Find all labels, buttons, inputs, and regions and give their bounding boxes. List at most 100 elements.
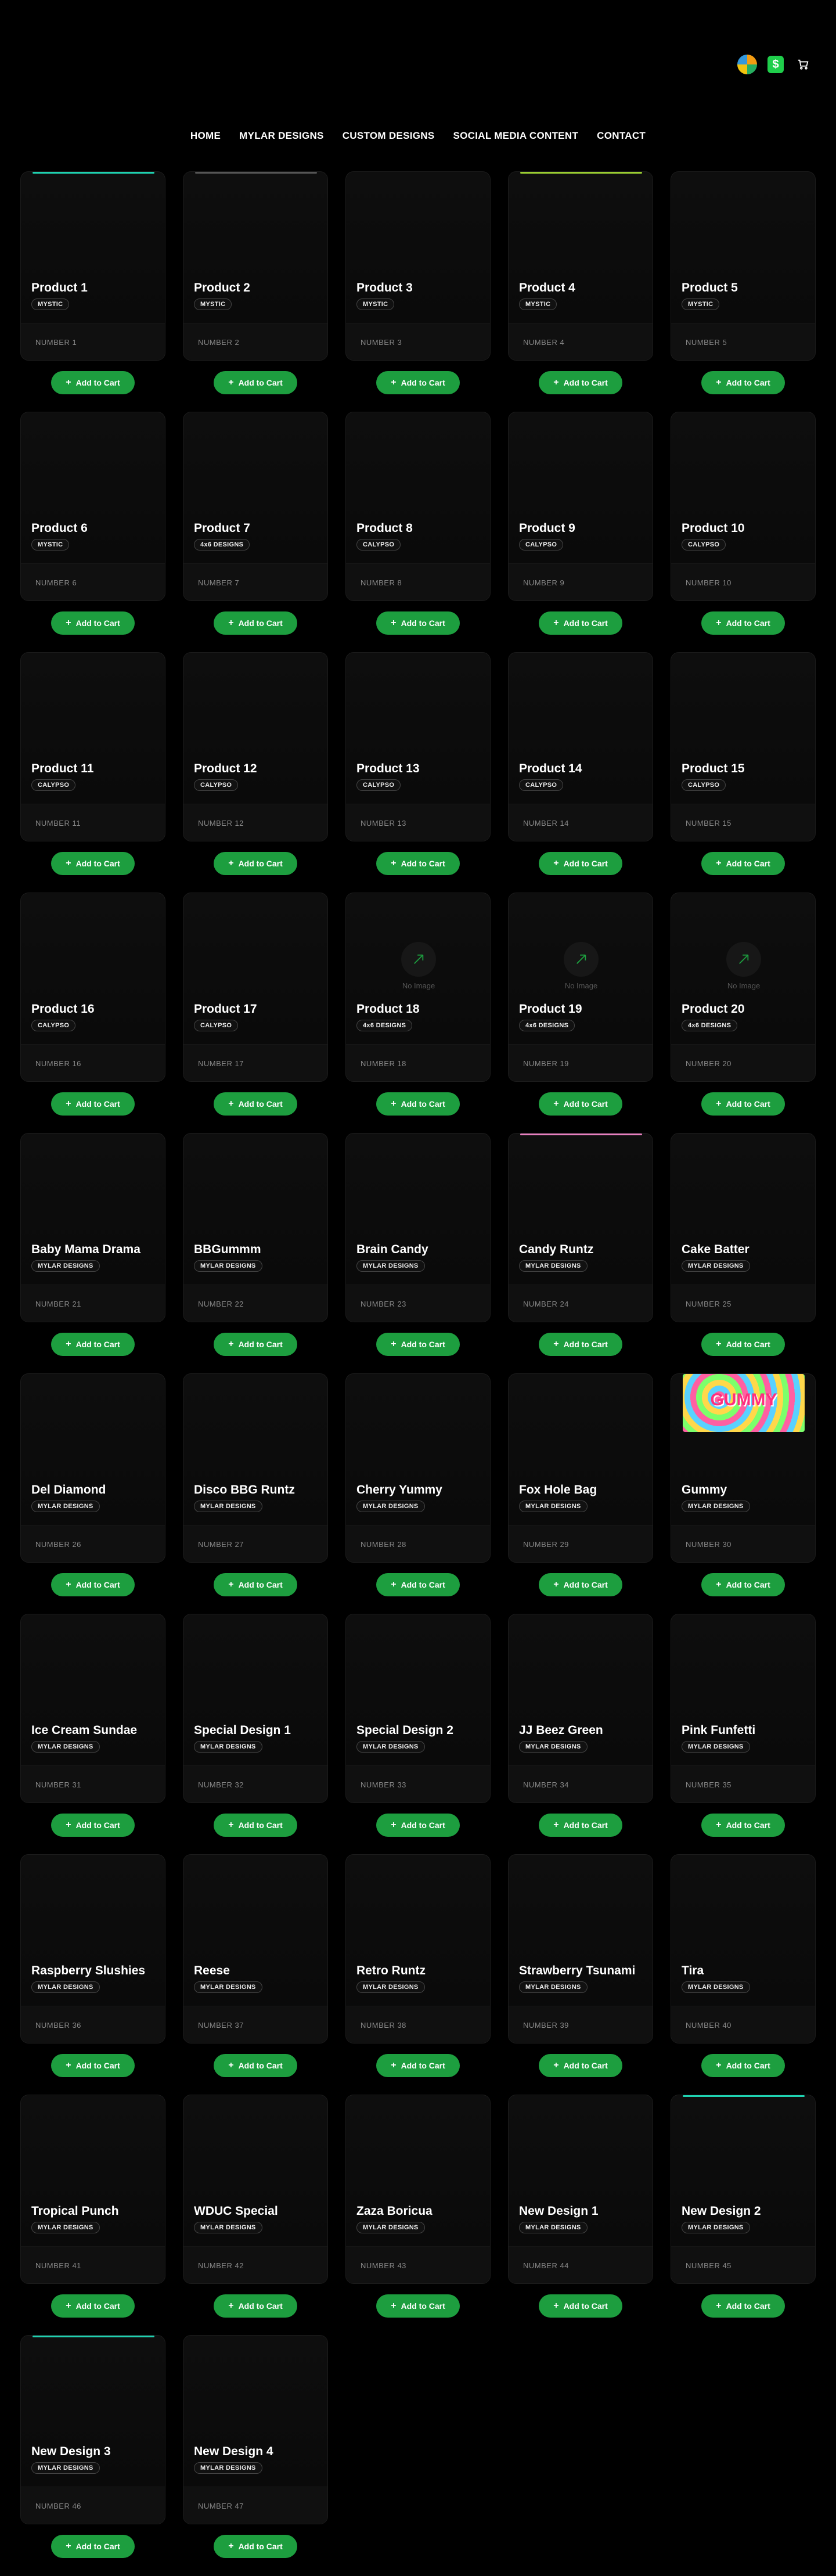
add-to-cart-button[interactable]: + Add to Cart [701, 611, 785, 635]
nav-item-social-media-content[interactable]: SOCIAL MEDIA CONTENT [453, 130, 578, 142]
product-card[interactable]: Special Design 1 MYLAR DESIGNS NUMBER 32 [183, 1614, 328, 1803]
product-card[interactable]: Baby Mama Drama MYLAR DESIGNS NUMBER 21 [20, 1133, 165, 1322]
product-card[interactable]: New Design 4 MYLAR DESIGNS NUMBER 47 [183, 2335, 328, 2524]
product-card[interactable]: Product 3 MYSTIC NUMBER 3 [345, 171, 491, 361]
add-to-cart-button[interactable]: + Add to Cart [539, 2294, 622, 2318]
add-to-cart-button[interactable]: + Add to Cart [701, 1333, 785, 1356]
product-card[interactable]: Product 5 MYSTIC NUMBER 5 [671, 171, 816, 361]
add-to-cart-button[interactable]: + Add to Cart [214, 2535, 297, 2558]
add-to-cart-button[interactable]: + Add to Cart [51, 371, 135, 394]
add-to-cart-button[interactable]: + Add to Cart [214, 1333, 297, 1356]
product-card[interactable]: Del Diamond MYLAR DESIGNS NUMBER 26 [20, 1373, 165, 1563]
product-card[interactable]: GUMMY Gummy MYLAR DESIGNS NUMBER 30 [671, 1373, 816, 1563]
product-card[interactable]: Ice Cream Sundae MYLAR DESIGNS NUMBER 31 [20, 1614, 165, 1803]
add-to-cart-button[interactable]: + Add to Cart [701, 2054, 785, 2077]
add-to-cart-button[interactable]: + Add to Cart [376, 2054, 460, 2077]
add-to-cart-button[interactable]: + Add to Cart [214, 611, 297, 635]
cart-icon[interactable] [797, 58, 809, 71]
add-to-cart-button[interactable]: + Add to Cart [539, 1333, 622, 1356]
add-to-cart-button[interactable]: + Add to Cart [51, 1092, 135, 1116]
product-card[interactable]: Retro Runtz MYLAR DESIGNS NUMBER 38 [345, 1854, 491, 2043]
product-card[interactable]: WDUC Special MYLAR DESIGNS NUMBER 42 [183, 2095, 328, 2284]
product-card[interactable]: Reese MYLAR DESIGNS NUMBER 37 [183, 1854, 328, 2043]
product-card[interactable]: Product 17 CALYPSO NUMBER 17 [183, 893, 328, 1082]
product-card[interactable]: Brain Candy MYLAR DESIGNS NUMBER 23 [345, 1133, 491, 1322]
add-to-cart-button[interactable]: + Add to Cart [701, 1092, 785, 1116]
add-to-cart-button[interactable]: + Add to Cart [51, 1814, 135, 1837]
add-to-cart-button[interactable]: + Add to Cart [539, 1573, 622, 1596]
add-to-cart-button[interactable]: + Add to Cart [51, 611, 135, 635]
product-card[interactable]: Product 16 CALYPSO NUMBER 16 [20, 893, 165, 1082]
add-to-cart-button[interactable]: + Add to Cart [539, 611, 622, 635]
product-card[interactable]: New Design 3 MYLAR DESIGNS NUMBER 46 [20, 2335, 165, 2524]
product-card[interactable]: Product 11 CALYPSO NUMBER 11 [20, 652, 165, 841]
product-card[interactable]: Candy Runtz MYLAR DESIGNS NUMBER 24 [508, 1133, 653, 1322]
product-card[interactable]: Product 4 MYSTIC NUMBER 4 [508, 171, 653, 361]
nav-item-custom-designs[interactable]: CUSTOM DESIGNS [343, 130, 435, 142]
product-card[interactable]: JJ Beez Green MYLAR DESIGNS NUMBER 34 [508, 1614, 653, 1803]
product-card[interactable]: Product 9 CALYPSO NUMBER 9 [508, 412, 653, 601]
product-card[interactable]: Cake Batter MYLAR DESIGNS NUMBER 25 [671, 1133, 816, 1322]
nav-item-contact[interactable]: CONTACT [597, 130, 646, 142]
add-to-cart-button[interactable]: + Add to Cart [376, 1573, 460, 1596]
add-to-cart-button[interactable]: + Add to Cart [701, 371, 785, 394]
add-to-cart-button[interactable]: + Add to Cart [376, 371, 460, 394]
add-to-cart-button[interactable]: + Add to Cart [214, 1092, 297, 1116]
product-card[interactable]: Product 8 CALYPSO NUMBER 8 [345, 412, 491, 601]
product-card[interactable]: Special Design 2 MYLAR DESIGNS NUMBER 33 [345, 1614, 491, 1803]
add-to-cart-button[interactable]: + Add to Cart [51, 2294, 135, 2318]
product-card[interactable]: Raspberry Slushies MYLAR DESIGNS NUMBER … [20, 1854, 165, 2043]
nav-item-home[interactable]: HOME [190, 130, 221, 142]
product-card[interactable]: Strawberry Tsunami MYLAR DESIGNS NUMBER … [508, 1854, 653, 2043]
product-card[interactable]: Tira MYLAR DESIGNS NUMBER 40 [671, 1854, 816, 2043]
product-card[interactable]: Product 7 4x6 DESIGNS NUMBER 7 [183, 412, 328, 601]
add-to-cart-button[interactable]: + Add to Cart [539, 371, 622, 394]
add-to-cart-button[interactable]: + Add to Cart [214, 2294, 297, 2318]
product-card[interactable]: Disco BBG Runtz MYLAR DESIGNS NUMBER 27 [183, 1373, 328, 1563]
product-card[interactable]: Pink Funfetti MYLAR DESIGNS NUMBER 35 [671, 1614, 816, 1803]
add-to-cart-button[interactable]: + Add to Cart [51, 2054, 135, 2077]
add-to-cart-button[interactable]: + Add to Cart [51, 1573, 135, 1596]
product-card[interactable]: Product 10 CALYPSO NUMBER 10 [671, 412, 816, 601]
add-to-cart-button[interactable]: + Add to Cart [376, 1333, 460, 1356]
product-card[interactable]: Product 2 MYSTIC NUMBER 2 [183, 171, 328, 361]
product-card[interactable]: Product 15 CALYPSO NUMBER 15 [671, 652, 816, 841]
product-card[interactable]: BBGummm MYLAR DESIGNS NUMBER 22 [183, 1133, 328, 1322]
add-to-cart-button[interactable]: + Add to Cart [51, 2535, 135, 2558]
add-to-cart-button[interactable]: + Add to Cart [701, 852, 785, 875]
add-to-cart-button[interactable]: + Add to Cart [539, 2054, 622, 2077]
nav-item-mylar-designs[interactable]: MYLAR DESIGNS [239, 130, 324, 142]
add-to-cart-button[interactable]: + Add to Cart [214, 1814, 297, 1837]
add-to-cart-button[interactable]: + Add to Cart [214, 852, 297, 875]
product-card[interactable]: Product 12 CALYPSO NUMBER 12 [183, 652, 328, 841]
product-card[interactable]: Product 6 MYSTIC NUMBER 6 [20, 412, 165, 601]
product-card[interactable]: New Design 2 MYLAR DESIGNS NUMBER 45 [671, 2095, 816, 2284]
product-card[interactable]: Zaza Boricua MYLAR DESIGNS NUMBER 43 [345, 2095, 491, 2284]
dollar-icon[interactable]: $ [767, 56, 784, 73]
product-card[interactable]: Fox Hole Bag MYLAR DESIGNS NUMBER 29 [508, 1373, 653, 1563]
add-to-cart-button[interactable]: + Add to Cart [376, 1814, 460, 1837]
product-card[interactable]: Tropical Punch MYLAR DESIGNS NUMBER 41 [20, 2095, 165, 2284]
add-to-cart-button[interactable]: + Add to Cart [214, 1573, 297, 1596]
add-to-cart-button[interactable]: + Add to Cart [539, 1814, 622, 1837]
add-to-cart-button[interactable]: + Add to Cart [376, 852, 460, 875]
product-card[interactable]: Product 13 CALYPSO NUMBER 13 [345, 652, 491, 841]
add-to-cart-button[interactable]: + Add to Cart [701, 1573, 785, 1596]
add-to-cart-button[interactable]: + Add to Cart [51, 852, 135, 875]
add-to-cart-button[interactable]: + Add to Cart [51, 1333, 135, 1356]
add-to-cart-button[interactable]: + Add to Cart [701, 2294, 785, 2318]
add-to-cart-button[interactable]: + Add to Cart [376, 1092, 460, 1116]
add-to-cart-button[interactable]: + Add to Cart [214, 2054, 297, 2077]
add-to-cart-button[interactable]: + Add to Cart [539, 1092, 622, 1116]
product-card[interactable]: Product 14 CALYPSO NUMBER 14 [508, 652, 653, 841]
product-card[interactable]: New Design 1 MYLAR DESIGNS NUMBER 44 [508, 2095, 653, 2284]
product-card[interactable]: Product 1 MYSTIC NUMBER 1 [20, 171, 165, 361]
add-to-cart-button[interactable]: + Add to Cart [701, 1814, 785, 1837]
add-to-cart-button[interactable]: + Add to Cart [214, 371, 297, 394]
product-card[interactable]: No Image Product 19 4x6 DESIGNS NUMBER 1… [508, 893, 653, 1082]
add-to-cart-button[interactable]: + Add to Cart [376, 2294, 460, 2318]
product-card[interactable]: No Image Product 18 4x6 DESIGNS NUMBER 1… [345, 893, 491, 1082]
add-to-cart-button[interactable]: + Add to Cart [376, 611, 460, 635]
product-card[interactable]: No Image Product 20 4x6 DESIGNS NUMBER 2… [671, 893, 816, 1082]
product-card[interactable]: Cherry Yummy MYLAR DESIGNS NUMBER 28 [345, 1373, 491, 1563]
